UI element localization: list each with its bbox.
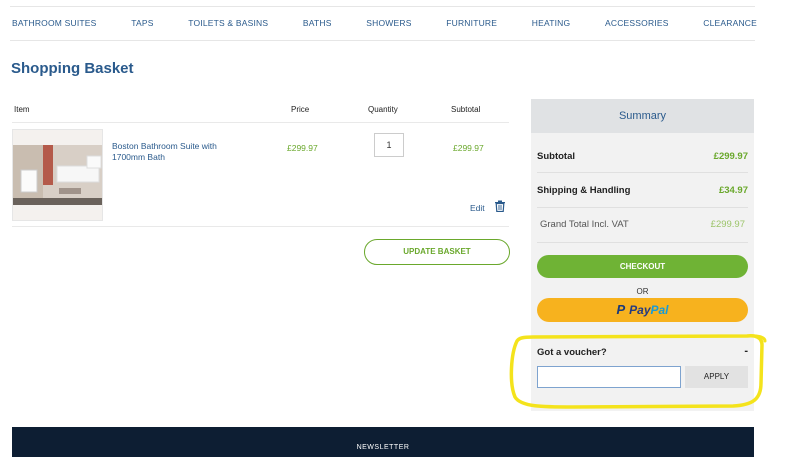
voucher-label: Got a voucher?: [537, 347, 607, 358]
summary-panel: Summary Subtotal £299.97 Shipping & Hand…: [531, 99, 754, 411]
summary-divider: [537, 242, 748, 243]
paypal-icon: P: [616, 302, 626, 317]
column-header-quantity: Quantity: [368, 105, 398, 114]
quantity-input[interactable]: 1: [374, 133, 404, 157]
edit-link[interactable]: Edit: [470, 203, 485, 213]
bathroom-suite-image: [13, 130, 102, 220]
shipping-value: £34.97: [718, 185, 748, 196]
apply-voucher-button[interactable]: APPLY: [685, 366, 748, 388]
nav-item-clearance[interactable]: CLEARANCE: [703, 18, 757, 28]
subtotal-label: Subtotal: [537, 151, 575, 162]
column-header-price: Price: [291, 105, 310, 114]
footer-newsletter-heading: NEWSLETTER: [356, 444, 410, 451]
column-header-item: Item: [14, 105, 30, 114]
nav-item-furniture[interactable]: FURNITURE: [446, 18, 497, 28]
product-price: £299.97: [287, 143, 318, 153]
nav-item-bathroom-suites[interactable]: BATHROOM SUITES: [12, 18, 97, 28]
category-nav: BATHROOM SUITES TAPS TOILETS & BASINS BA…: [12, 14, 757, 32]
nav-item-taps[interactable]: TAPS: [131, 18, 153, 28]
paypal-label-pal: Pal: [650, 303, 669, 317]
nav-divider: [10, 40, 755, 41]
product-thumbnail[interactable]: [12, 129, 103, 221]
nav-item-baths[interactable]: BATHS: [303, 18, 332, 28]
product-subtotal: £299.97: [453, 143, 484, 153]
row-divider: [12, 226, 509, 227]
trash-icon[interactable]: [494, 200, 506, 212]
page-title: Shopping Basket: [11, 60, 134, 77]
update-basket-button[interactable]: UPDATE BASKET: [364, 239, 510, 265]
collapse-icon[interactable]: -: [744, 345, 748, 357]
footer-bar: NEWSLETTER: [12, 427, 754, 457]
paypal-label: PayPal: [629, 298, 668, 322]
summary-divider: [537, 172, 748, 173]
nav-item-toilets-basins[interactable]: TOILETS & BASINS: [188, 18, 268, 28]
summary-divider: [537, 207, 748, 208]
voucher-input[interactable]: [537, 366, 681, 388]
nav-item-showers[interactable]: SHOWERS: [366, 18, 411, 28]
nav-item-heating[interactable]: HEATING: [532, 18, 571, 28]
subtotal-value: £299.97: [713, 151, 748, 162]
shipping-label: Shipping & Handling: [537, 185, 631, 196]
paypal-label-pay: Pay: [629, 303, 651, 317]
summary-title: Summary: [531, 99, 754, 133]
product-name-link[interactable]: Boston Bathroom Suite with 1700mm Bath: [112, 141, 252, 163]
grand-total-label: Grand Total Incl. VAT: [540, 219, 629, 230]
top-divider: [10, 6, 755, 7]
checkout-button[interactable]: CHECKOUT: [537, 255, 748, 278]
table-header-divider: [12, 122, 509, 123]
nav-item-accessories[interactable]: ACCESSORIES: [605, 18, 669, 28]
or-separator: OR: [636, 287, 649, 296]
paypal-button[interactable]: P PayPal: [537, 298, 748, 322]
column-header-subtotal: Subtotal: [451, 105, 481, 114]
grand-total-value: £299.97: [710, 219, 745, 230]
